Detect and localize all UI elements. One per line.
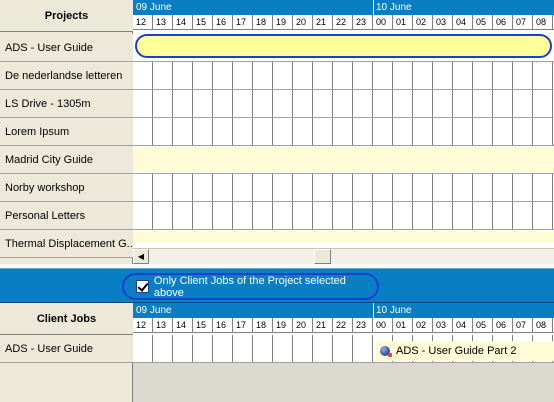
client-jobs-hour-header: 12 13 14 15 16 17 18 19 20 21 22 23 00 01 02 03 04 05 06 07…	[133, 318, 554, 333]
project-task-bar-ads-user-guide[interactable]	[135, 34, 552, 58]
projects-hour-cell: 07	[513, 15, 533, 30]
client-jobs-hour-cell: 06	[493, 318, 513, 333]
only-client-jobs-toggle[interactable]: Only Client Jobs of the Project selected…	[122, 273, 379, 300]
projects-hour-cell: 23	[353, 15, 373, 30]
day-label-10-june: 10 June	[376, 2, 412, 13]
projects-column-header: Projects	[0, 0, 133, 32]
day-label-10-june: 10 June	[376, 305, 412, 316]
client-jobs-hour-cell: 13	[153, 318, 173, 333]
client-jobs-filter-bar: Only Client Jobs of the Project selected…	[0, 268, 554, 303]
projects-day-header: 09 June 10 June	[133, 0, 554, 15]
projects-hour-cell: 14	[173, 15, 193, 30]
project-row-label[interactable]: Personal Letters	[0, 202, 133, 230]
client-jobs-day-header: 09 June 10 June	[133, 303, 554, 318]
client-jobs-hour-cell: 08	[533, 318, 553, 333]
client-jobs-hour-cell: 12	[133, 318, 153, 333]
project-grid-row	[133, 62, 554, 90]
projects-hour-cell: 22	[333, 15, 353, 30]
client-jobs-hour-cell: 20	[293, 318, 313, 333]
client-jobs-hour-cell: 21	[313, 318, 333, 333]
client-jobs-hour-cell: 04	[453, 318, 473, 333]
project-grid-row	[133, 146, 554, 174]
scroll-left-icon: ◀	[137, 252, 145, 261]
projects-hour-cell: 04	[453, 15, 473, 30]
projects-hour-cell: 17	[233, 15, 253, 30]
scroll-thumb[interactable]	[314, 249, 331, 264]
project-task-bar-madrid[interactable]	[133, 147, 554, 172]
projects-hour-cell: 00	[373, 15, 393, 30]
project-task-bar-thermal[interactable]	[133, 231, 554, 243]
client-jobs-hour-cell: 15	[193, 318, 213, 333]
scroll-left-button[interactable]: ◀	[133, 249, 149, 264]
client-jobs-hour-cell: 03	[433, 318, 453, 333]
projects-hour-header: 12 13 14 15 16 17 18 19 20 21 22 23 00 01 02 03 04 05 06 07…	[133, 15, 554, 30]
only-client-jobs-checkbox[interactable]	[136, 280, 149, 293]
projects-hour-cell: 13	[153, 15, 173, 30]
projects-hour-cell: 12	[133, 15, 153, 30]
projects-hour-cell: 19	[273, 15, 293, 30]
projects-hour-cell: 21	[313, 15, 333, 30]
client-jobs-empty-area	[133, 363, 554, 402]
client-jobs-hour-cell: 01	[393, 318, 413, 333]
project-row-label[interactable]: De nederlandse letteren	[0, 62, 133, 90]
projects-hour-cell: 18	[253, 15, 273, 30]
projects-hour-cell: 05	[473, 15, 493, 30]
project-grid-cells	[133, 62, 554, 89]
client-job-bar[interactable]: ADS - User Guide Part 2	[376, 341, 554, 361]
client-job-bar-label: ADS - User Guide Part 2	[396, 345, 517, 357]
projects-header-label: Projects	[44, 9, 89, 22]
client-jobs-header-label: Client Jobs	[36, 312, 97, 325]
project-grid-row	[133, 90, 554, 118]
projects-hour-cell: 01	[393, 15, 413, 30]
project-grid-cells	[133, 202, 554, 229]
projects-hour-cell: 20	[293, 15, 313, 30]
client-jobs-hour-cell: 19	[273, 318, 293, 333]
project-row-label[interactable]: Madrid City Guide	[0, 146, 133, 174]
projects-hour-cell: 03	[433, 15, 453, 30]
project-row-label[interactable]: Thermal Displacement G...	[0, 230, 133, 258]
project-grid-cells	[133, 174, 554, 201]
client-jobs-hour-cell: 18	[253, 318, 273, 333]
project-grid-row	[133, 202, 554, 230]
day-label-09-june: 09 June	[136, 305, 172, 316]
client-jobs-hour-cell: 07	[513, 318, 533, 333]
client-jobs-hour-cell: 23	[353, 318, 373, 333]
project-grid-cells	[133, 90, 554, 117]
project-row-label[interactable]: ADS - User Guide	[0, 34, 133, 62]
projects-hour-cell: 08	[533, 15, 553, 30]
client-jobs-hour-cell: 00	[373, 318, 393, 333]
client-jobs-hour-cell: 02	[413, 318, 433, 333]
only-client-jobs-label: Only Client Jobs of the Project selected…	[153, 274, 346, 299]
client-jobs-hour-cell: 17	[233, 318, 253, 333]
day-label-09-june: 09 June	[136, 2, 172, 13]
job-globe-icon	[380, 346, 392, 357]
projects-hour-cell: 16	[213, 15, 233, 30]
client-job-row-label[interactable]: ADS - User Guide	[0, 335, 133, 363]
projects-hour-cell: 02	[413, 15, 433, 30]
projects-hour-cell: 06	[493, 15, 513, 30]
projects-hour-cell: 15	[193, 15, 213, 30]
project-row-label[interactable]: LS Drive - 1305m	[0, 90, 133, 118]
client-jobs-hour-cell: 16	[213, 318, 233, 333]
client-jobs-hour-cell: 22	[333, 318, 353, 333]
project-row-label[interactable]: Lorem Ipsum	[0, 118, 133, 146]
client-jobs-hour-cell: 05	[473, 318, 493, 333]
projects-horizontal-scrollbar[interactable]: ◀	[133, 248, 554, 264]
project-grid-row	[133, 174, 554, 202]
project-grid-row	[133, 118, 554, 146]
project-row-label[interactable]: Norby workshop	[0, 174, 133, 202]
client-jobs-hour-cell: 14	[173, 318, 193, 333]
client-jobs-column-header: Client Jobs	[0, 303, 133, 335]
project-grid-cells	[133, 118, 554, 145]
